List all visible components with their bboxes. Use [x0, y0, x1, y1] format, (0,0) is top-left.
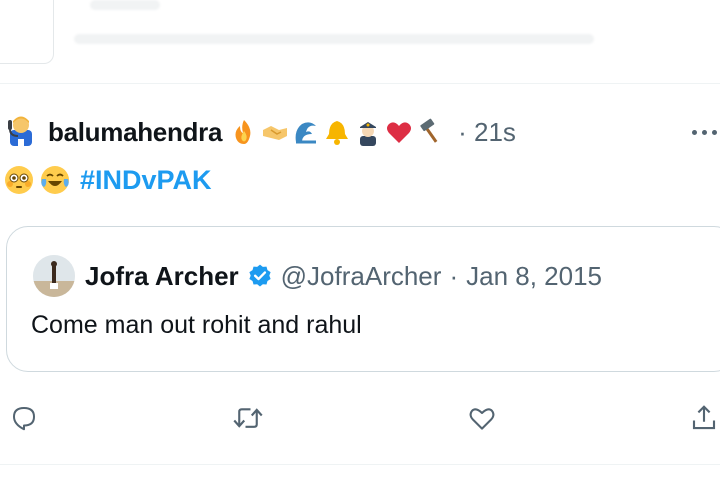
quoted-separator: · — [449, 260, 459, 291]
quoted-user-avatar[interactable] — [33, 255, 75, 297]
police-officer-emoji-icon — [360, 122, 377, 146]
time-separator: · — [458, 116, 467, 147]
quoted-date[interactable]: Jan 8, 2015 — [466, 261, 602, 292]
previous-tweet-edge — [0, 0, 54, 64]
quoted-handle[interactable]: @JofraArcher — [281, 261, 442, 292]
handshake-emoji-icon — [263, 126, 288, 140]
bell-emoji-icon — [326, 121, 349, 145]
reply-icon — [13, 407, 35, 431]
retweet-button[interactable] — [226, 396, 270, 440]
fire-emoji-icon — [235, 120, 251, 144]
red-heart-emoji-icon — [387, 122, 412, 143]
avatar-photo-icon — [33, 255, 75, 297]
share-button[interactable] — [682, 396, 720, 440]
blurred-text-line — [74, 34, 594, 44]
like-icon — [469, 408, 495, 430]
blurred-text-line — [90, 0, 160, 10]
share-icon — [692, 405, 716, 430]
verified-badge-icon — [249, 264, 271, 287]
tweet-actions — [0, 396, 720, 440]
previous-tweet-fragment — [0, 0, 720, 84]
quoted-tweet-text: Come man out rohit and rahul — [31, 311, 362, 339]
wave-emoji-icon — [295, 122, 317, 144]
divider — [0, 464, 720, 465]
flushed-face-emoji-icon — [5, 166, 33, 194]
timestamp[interactable]: · 21s — [458, 117, 516, 148]
time-label: 21s — [474, 116, 516, 147]
name-emojis — [230, 118, 444, 146]
username[interactable]: balumahendra — [48, 117, 222, 148]
like-button[interactable] — [460, 396, 504, 440]
hammer-emoji-icon — [420, 118, 438, 143]
tweet-body: #INDvPAK — [4, 160, 212, 200]
tears-of-joy-emoji-icon — [41, 166, 69, 194]
more-options-icon[interactable] — [688, 122, 720, 142]
quoted-tweet-card[interactable]: Jofra Archer @JofraArcher · Jan 8, 2015 … — [6, 226, 720, 372]
quoted-display-name[interactable]: Jofra Archer — [85, 261, 239, 292]
hashtag-link[interactable]: #INDvPAK — [80, 165, 212, 196]
reply-button[interactable] — [2, 396, 46, 440]
retweet-icon — [233, 408, 263, 428]
tweet-header: balumahendra · 21s — [48, 112, 516, 152]
user-avatar-icon[interactable] — [4, 112, 38, 146]
quoted-tweet-header: Jofra Archer @JofraArcher · Jan 8, 2015 — [85, 255, 602, 297]
